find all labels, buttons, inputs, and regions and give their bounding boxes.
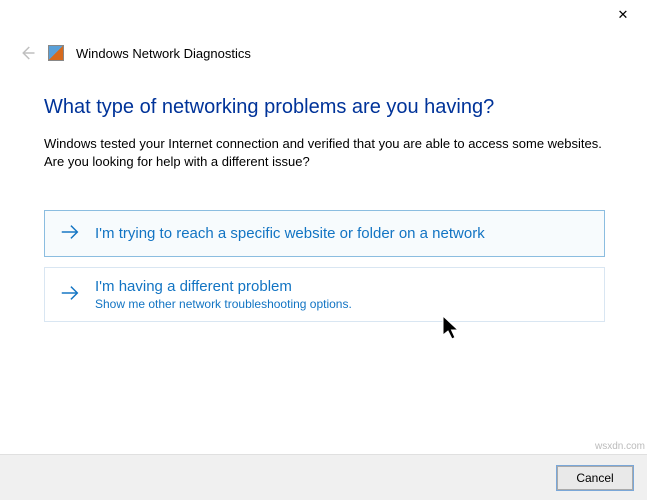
close-icon[interactable]: ✕ <box>609 4 637 26</box>
app-icon <box>48 45 64 61</box>
page-subtext: Windows tested your Internet connection … <box>44 135 605 170</box>
app-title: Windows Network Diagnostics <box>76 46 251 61</box>
option-title: I'm trying to reach a specific website o… <box>95 225 485 242</box>
header: Windows Network Diagnostics <box>0 30 647 62</box>
footer-bar: Cancel <box>0 454 647 500</box>
option-title: I'm having a different problem <box>95 278 352 295</box>
title-bar: ✕ <box>0 0 647 30</box>
page-heading: What type of networking problems are you… <box>44 96 605 119</box>
arrow-right-icon <box>59 221 81 246</box>
watermark: wsxdn.com <box>595 441 645 452</box>
content-area: What type of networking problems are you… <box>0 62 647 322</box>
back-arrow-icon[interactable] <box>18 44 36 62</box>
option-text: I'm trying to reach a specific website o… <box>95 225 485 242</box>
option-text: I'm having a different problem Show me o… <box>95 278 352 311</box>
option-different-problem[interactable]: I'm having a different problem Show me o… <box>44 267 605 322</box>
option-subtitle: Show me other network troubleshooting op… <box>95 297 352 311</box>
option-specific-website[interactable]: I'm trying to reach a specific website o… <box>44 210 605 257</box>
cancel-button[interactable]: Cancel <box>557 466 633 490</box>
arrow-right-icon <box>59 282 81 307</box>
